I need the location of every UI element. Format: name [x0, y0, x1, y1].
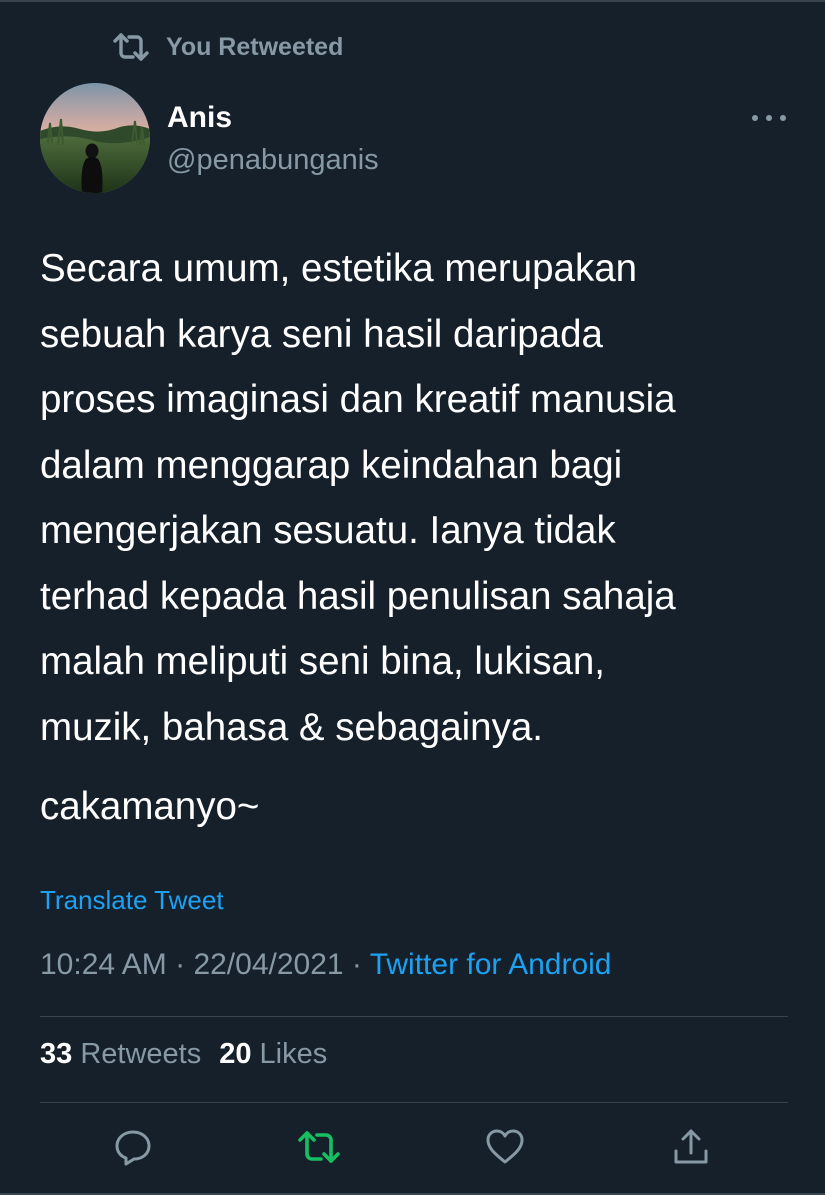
retweet-icon [297, 1129, 341, 1170]
tweet-stats: 33 Retweets 20 Likes [40, 1038, 327, 1071]
author-handle[interactable]: @penabunganis [167, 140, 379, 180]
retweets-label: Retweets [80, 1038, 202, 1070]
share-icon [671, 1127, 711, 1172]
author-name[interactable]: Anis [167, 96, 379, 140]
likes-label: Likes [259, 1038, 328, 1070]
top-divider [0, 0, 825, 2]
retweets-count: 33 [40, 1038, 73, 1070]
meta-separator: · [166, 948, 194, 981]
tweet-source-link[interactable]: Twitter for Android [370, 948, 612, 981]
avatar[interactable] [40, 83, 150, 193]
retweet-banner-label: You Retweeted [166, 32, 344, 61]
tweet-time: 10:24 AM [40, 948, 167, 981]
dot [752, 115, 758, 121]
translate-tweet-link[interactable]: Translate Tweet [40, 885, 224, 916]
tweet-text-line: proses imaginasi dan kreatif manusia [40, 378, 676, 421]
divider [40, 1016, 788, 1017]
like-icon [485, 1128, 525, 1171]
tweet-metadata: 10:24 AM · 22/04/2021 · Twitter for Andr… [40, 948, 612, 982]
retweets-stat[interactable]: 33 Retweets [40, 1038, 201, 1070]
like-button[interactable] [483, 1127, 527, 1171]
retweet-icon [112, 32, 150, 62]
tweet-text-line: mengerjakan sesuatu. Ianya tidak [40, 509, 616, 552]
tweet-text-line: dalam menggarap keindahan bagi [40, 443, 623, 487]
tweet-text-line: terhad kepada hasil penulisan sahaja [40, 574, 676, 618]
retweet-banner: You Retweeted [112, 30, 343, 64]
reply-icon [113, 1127, 153, 1172]
meta-separator: · [343, 948, 370, 981]
likes-stat[interactable]: 20 Likes [219, 1038, 327, 1070]
more-options-icon[interactable] [752, 108, 786, 128]
tweet-text-tail: cakamanyo~ [40, 785, 260, 828]
dot [780, 115, 786, 121]
tweet-date: 22/04/2021 [193, 948, 344, 981]
tweet-text: Secara umum, estetika merupakan sebuah k… [40, 236, 800, 760]
tweet-text-line: Secara umum, estetika merupakan [40, 247, 638, 290]
divider [40, 1102, 788, 1103]
tweet-text-line: sebuah karya seni hasil daripada [40, 312, 603, 356]
share-button[interactable] [669, 1127, 713, 1171]
tweet-text-line: muzik, bahasa & sebagainya. [40, 705, 543, 749]
tweet-text-line: malah meliputi seni bina, lukisan, [40, 640, 605, 683]
reply-button[interactable] [111, 1127, 155, 1171]
dot [766, 115, 772, 121]
retweet-button[interactable] [297, 1127, 341, 1171]
author-block[interactable]: Anis @penabunganis [167, 96, 379, 180]
likes-count: 20 [219, 1038, 252, 1070]
